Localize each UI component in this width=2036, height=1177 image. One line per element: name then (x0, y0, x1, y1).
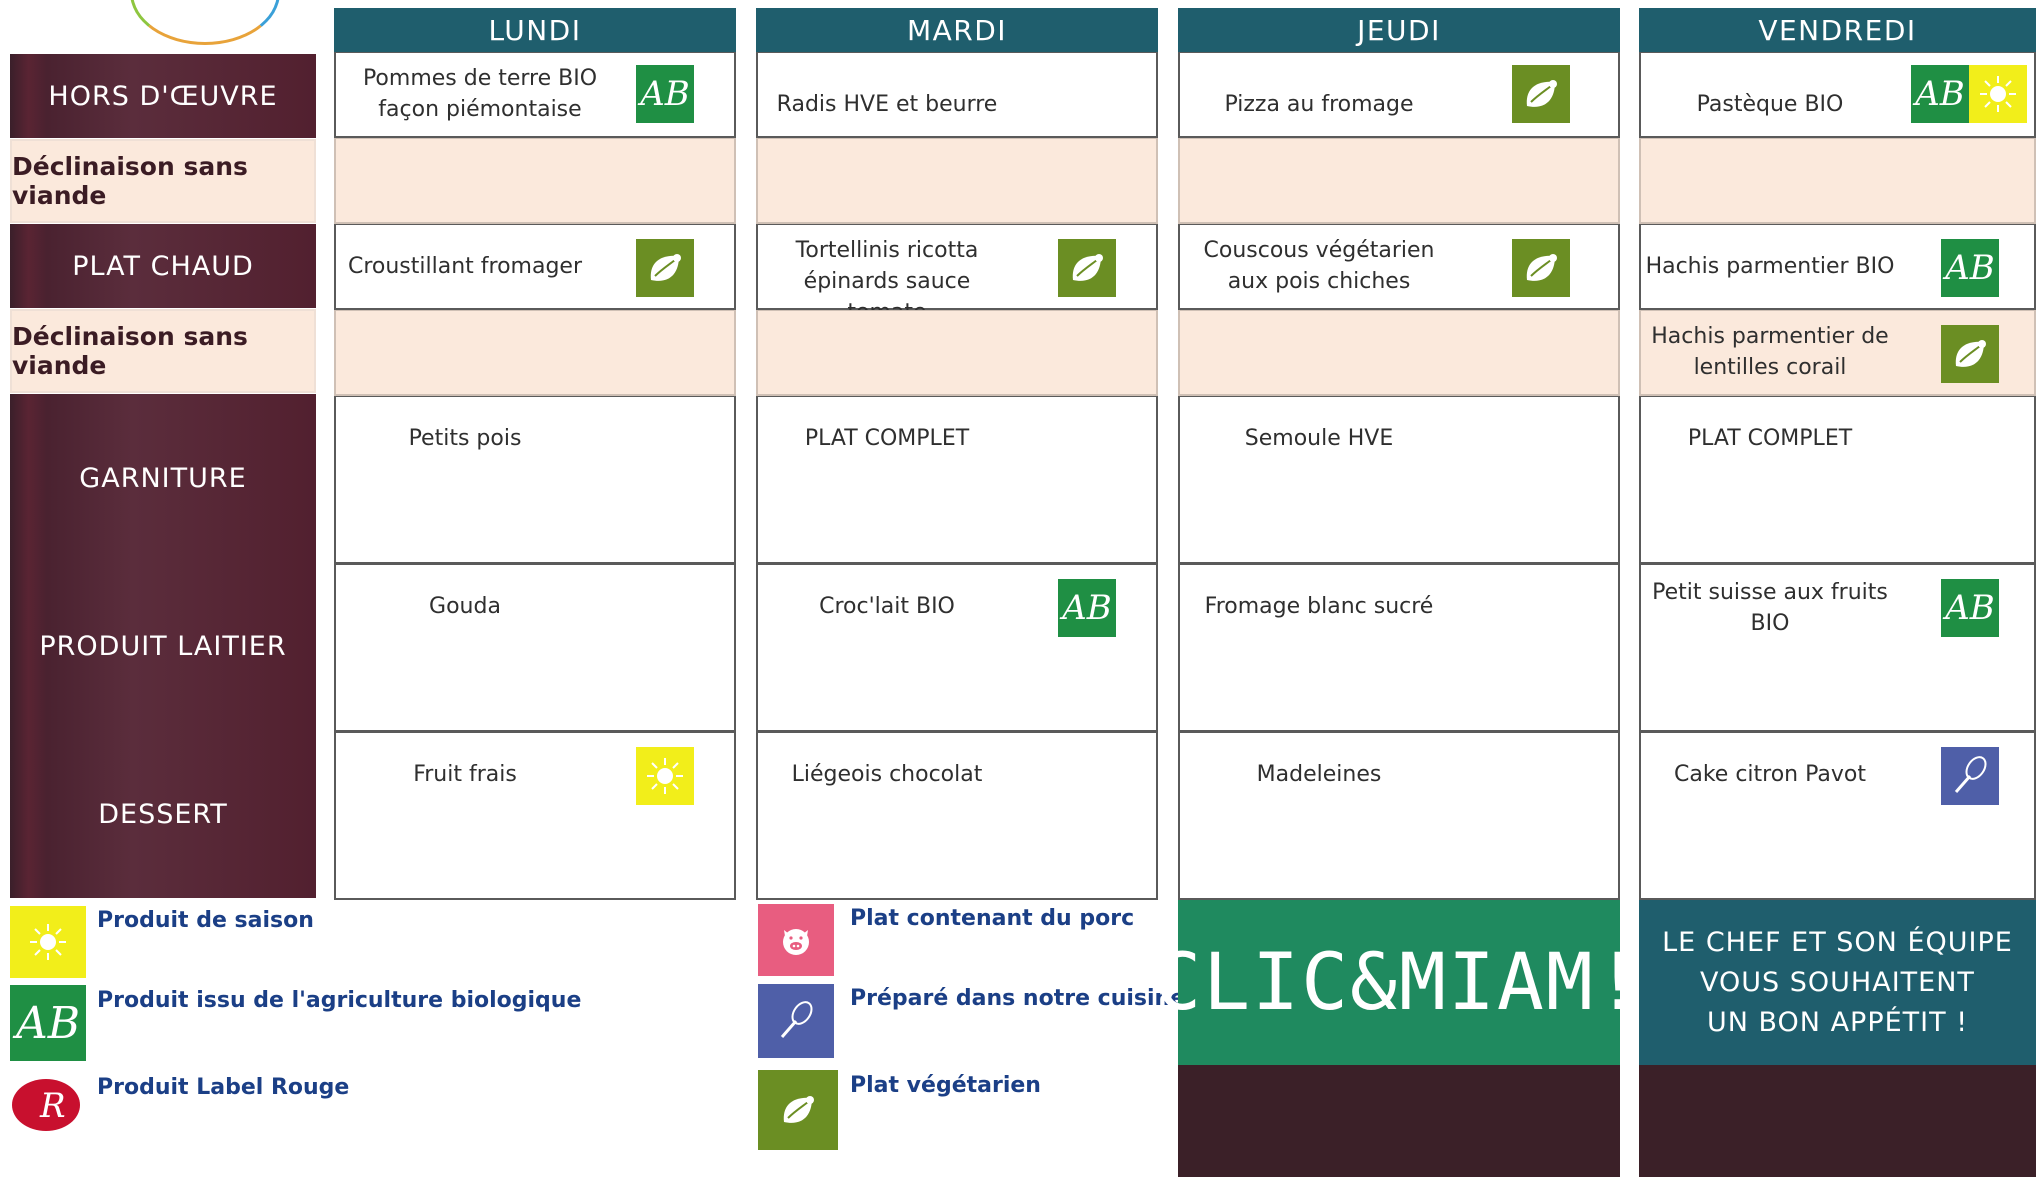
legend-porc: Plat contenant du porc (850, 906, 1135, 931)
cell-plat-chaud: Tortellinis ricotta épinards sauce tomat… (756, 224, 1158, 325)
day-column-vendredi: VENDREDI Pastèque BIO AB Hachis parmenti… (1639, 8, 2036, 900)
chef-footer-band (1639, 1065, 2036, 1177)
dish-name: Hachis parmentier BIO (1645, 254, 1895, 279)
category-plat-chaud: PLAT CHAUD (10, 224, 316, 308)
day-column-lundi: LUNDI Pommes de terre BIO façon piémonta… (334, 8, 736, 900)
cell-sans-viande-2 (1178, 310, 1620, 396)
chef-line-2: VOUS SOUHAITENT (1700, 966, 1975, 998)
vegetarian-icon (1058, 239, 1116, 297)
cell-plat-chaud: Hachis parmentier BIO AB (1639, 224, 2036, 310)
cell-sans-viande-2 (334, 310, 736, 396)
cell-garniture: PLAT COMPLET (756, 396, 1158, 564)
cell-dessert: Madeleines (1178, 732, 1620, 900)
cell-hors-doeuvre: Pizza au fromage (1178, 52, 1620, 138)
pork-icon (758, 904, 834, 976)
clic-miam-footer-band (1178, 1065, 1620, 1177)
vegetarian-icon (758, 1070, 838, 1150)
cell-garniture: Semoule HVE (1178, 396, 1620, 564)
ab-bio-icon: AB (1941, 579, 1999, 637)
category-garniture: GARNITURE (10, 394, 316, 562)
dish-name: Hachis parmentier de lentilles corail (1651, 324, 1889, 380)
chef-message: LE CHEF ET SON ÉQUIPE VOUS SOUHAITENT UN… (1639, 900, 2036, 1065)
logo-arc (130, 0, 280, 45)
dish-name: Cake citron Pavot (1674, 762, 1866, 787)
cell-hors-doeuvre: Pastèque BIO AB (1639, 52, 2036, 138)
day-header-mardi: MARDI (756, 8, 1158, 52)
dish-name: Petit suisse aux fruits BIO (1652, 580, 1888, 636)
dish-name: Madeleines (1256, 762, 1382, 787)
seasonal-sun-icon (1969, 65, 2027, 123)
seasonal-sun-icon (636, 747, 694, 805)
category-sans-viande-2: Déclinaison sans viande (10, 309, 316, 393)
seasonal-sun-icon (10, 906, 86, 978)
vegetarian-icon (1941, 325, 1999, 383)
cell-sans-viande-1 (756, 138, 1158, 224)
homemade-whisk-icon (1941, 747, 1999, 805)
chef-line-1: LE CHEF ET SON ÉQUIPE (1662, 926, 2013, 958)
dish-name: Fruit frais (413, 762, 517, 787)
vegetarian-icon (636, 239, 694, 297)
cell-sans-viande-1 (1639, 138, 2036, 224)
dish-name: PLAT COMPLET (1687, 426, 1853, 451)
clic-miam-text: CLIC&MIAM! (1154, 937, 1644, 1028)
label-rouge-icon: R (10, 1075, 82, 1135)
vegetarian-icon (1512, 239, 1570, 297)
dish-name: Liégeois chocolat (791, 762, 983, 787)
dish-name: Pizza au fromage (1224, 92, 1414, 117)
day-column-mardi: MARDI Radis HVE et beurre Tortellinis ri… (756, 8, 1158, 900)
dish-name: Croustillant fromager (347, 254, 583, 279)
dish-name: Couscous végétarien aux pois chiches (1203, 238, 1435, 294)
category-hors-doeuvre: HORS D'ŒUVRE (10, 54, 316, 138)
legend-label-rouge: Produit Label Rouge (97, 1075, 350, 1100)
chef-line-3: UN BON APPÉTIT ! (1706, 1006, 1969, 1038)
ab-bio-icon: AB (636, 65, 694, 123)
cell-plat-chaud: Croustillant fromager (334, 224, 736, 310)
cell-sans-viande-1 (1178, 138, 1620, 224)
cell-produit-laitier: Fromage blanc sucré (1178, 564, 1620, 732)
category-produit-laitier: PRODUIT LAITIER (10, 562, 316, 730)
cell-hors-doeuvre: Pommes de terre BIO façon piémontaise AB (334, 52, 736, 138)
cell-sans-viande-1 (334, 138, 736, 224)
day-header-lundi: LUNDI (334, 8, 736, 52)
cell-sans-viande-2 (756, 310, 1158, 396)
dish-name: Croc'lait BIO (819, 594, 955, 619)
cell-produit-laitier: Gouda (334, 564, 736, 732)
dish-name: Radis HVE et beurre (776, 92, 998, 117)
dish-name: Pastèque BIO (1696, 92, 1844, 117)
dish-name: Gouda (429, 594, 501, 619)
cell-sans-viande-2: Hachis parmentier de lentilles corail (1639, 310, 2036, 396)
svg-text:R: R (39, 1086, 66, 1126)
cell-dessert: Liégeois chocolat (756, 732, 1158, 900)
dish-name: Semoule HVE (1244, 426, 1394, 451)
category-dessert: DESSERT (10, 730, 316, 898)
legend-bio: Produit issu de l'agriculture biologique (97, 988, 582, 1013)
day-header-vendredi: VENDREDI (1639, 8, 2036, 52)
homemade-whisk-icon (758, 984, 834, 1058)
cell-dessert: Fruit frais (334, 732, 736, 900)
dish-name: PLAT COMPLET (804, 426, 970, 451)
day-header-jeudi: JEUDI (1178, 8, 1620, 52)
day-column-jeudi: JEUDI Pizza au fromage Couscous végétari… (1178, 8, 1620, 900)
ab-bio-icon: AB (1058, 579, 1116, 637)
category-sans-viande-1: Déclinaison sans viande (10, 139, 316, 223)
cell-produit-laitier: Croc'lait BIO AB (756, 564, 1158, 732)
dish-name: Pommes de terre BIO façon piémontaise (362, 66, 598, 122)
cell-hors-doeuvre: Radis HVE et beurre (756, 52, 1158, 138)
dish-name: Fromage blanc sucré (1204, 594, 1434, 619)
dish-name: Petits pois (408, 426, 522, 451)
cell-produit-laitier: Petit suisse aux fruits BIO AB (1639, 564, 2036, 732)
cell-garniture: PLAT COMPLET (1639, 396, 2036, 564)
clic-miam-banner: CLIC&MIAM! (1154, 900, 1642, 1065)
legend-cuisine: Préparé dans notre cuisine (850, 986, 1186, 1011)
ab-bio-icon: AB (1941, 239, 1999, 297)
cell-plat-chaud: Couscous végétarien aux pois chiches (1178, 224, 1620, 310)
ab-bio-icon: AB (10, 985, 86, 1061)
cell-dessert: Cake citron Pavot (1639, 732, 2036, 900)
vegetarian-icon (1512, 65, 1570, 123)
ab-bio-icon: AB (1911, 65, 1969, 123)
legend-saison: Produit de saison (97, 908, 314, 933)
legend-vegetarien: Plat végétarien (850, 1073, 1041, 1098)
cell-garniture: Petits pois (334, 396, 736, 564)
